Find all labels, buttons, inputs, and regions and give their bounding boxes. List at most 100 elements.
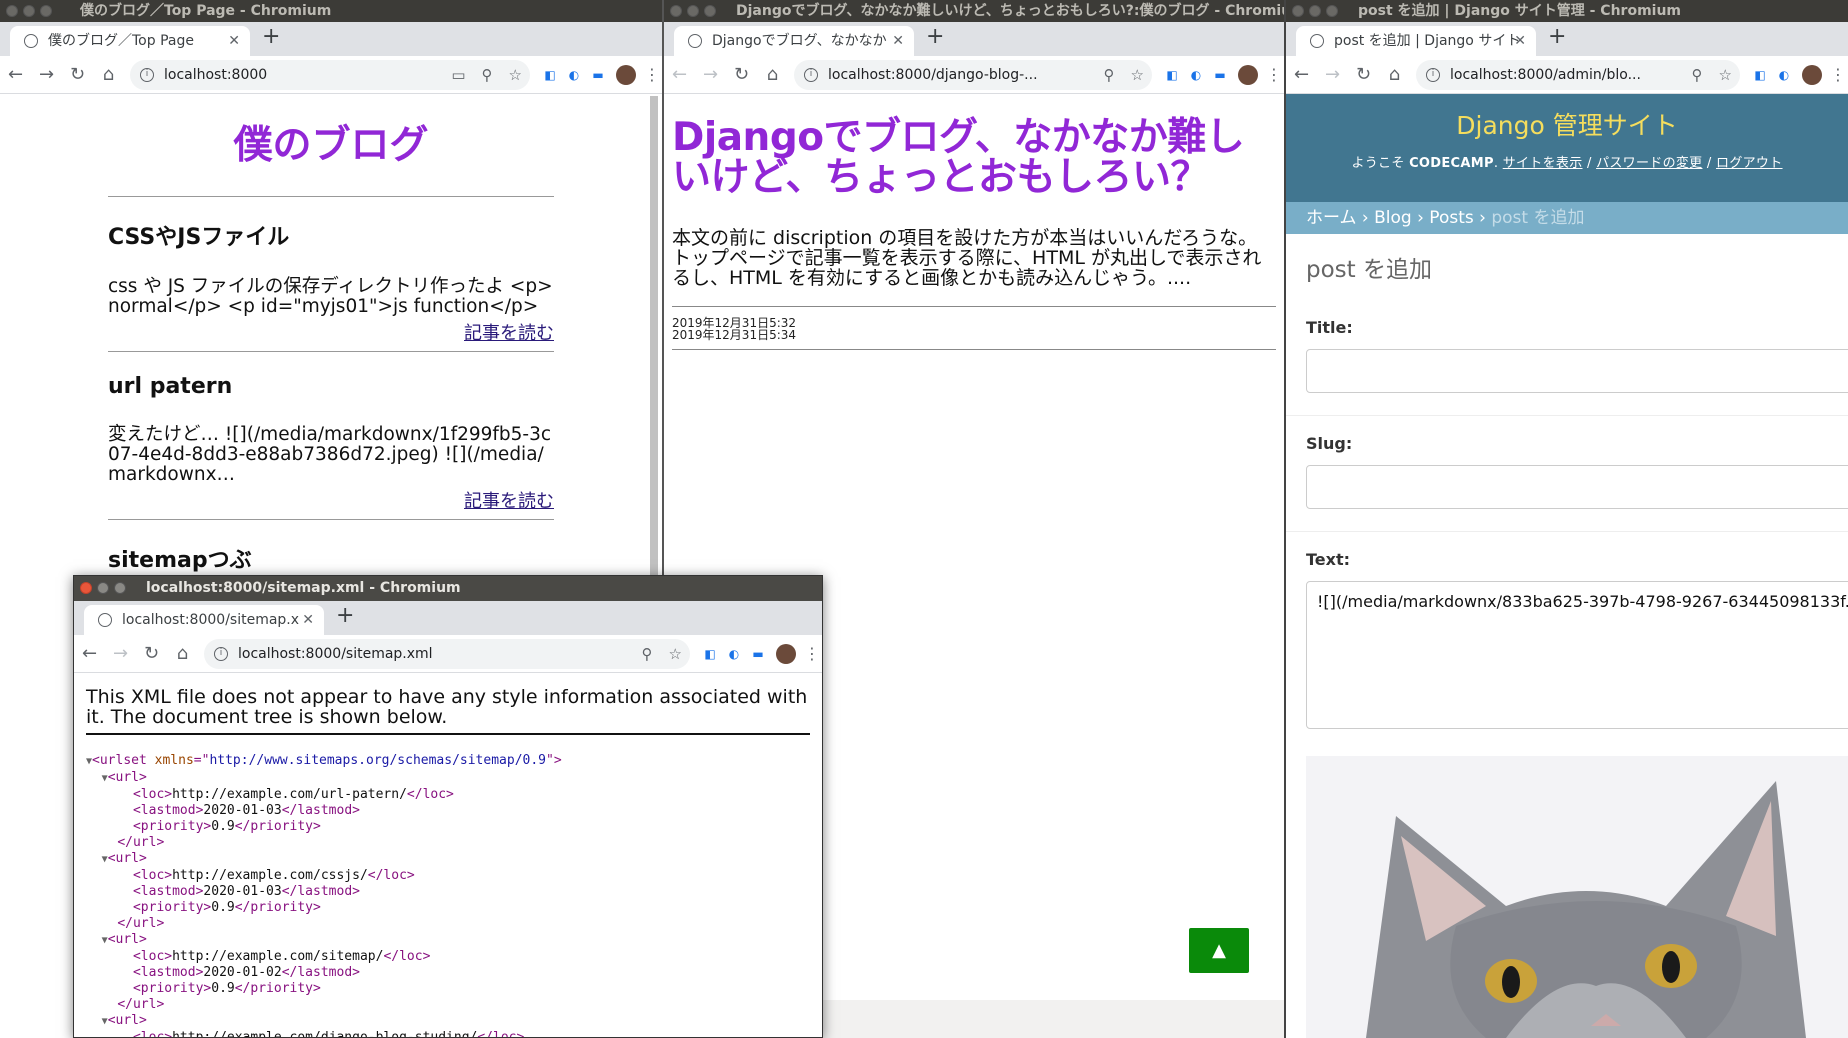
maximize-window-icon[interactable] — [40, 5, 52, 17]
reload-button[interactable]: ↻ — [726, 64, 757, 85]
logout-link[interactable]: ログアウト — [1716, 156, 1783, 171]
browser-tab[interactable]: 僕のブログ／Top Page ✕ — [10, 26, 250, 56]
translate-extension-icon[interactable]: ◧ — [1160, 68, 1184, 82]
close-tab-icon[interactable]: ✕ — [228, 26, 240, 56]
profile-avatar[interactable] — [776, 643, 796, 664]
cast-icon[interactable]: ▭ — [451, 66, 465, 84]
back-button[interactable]: ← — [1286, 64, 1317, 85]
forward-button[interactable]: → — [695, 64, 726, 85]
minimize-window-icon[interactable] — [1309, 5, 1321, 17]
window-titlebar[interactable]: post を追加 | Django サイト管理 - Chromium — [1286, 0, 1848, 22]
close-tab-icon[interactable]: ✕ — [1514, 26, 1526, 56]
address-bar[interactable]: i localhost:8000/django-blog-... ⚲ ☆ — [794, 59, 1152, 90]
breadcrumb-posts[interactable]: Posts — [1429, 208, 1473, 228]
info-icon[interactable]: i — [140, 67, 154, 82]
zoom-icon[interactable]: ⚲ — [1692, 66, 1703, 84]
sitemap-loc: http://example.com/sitemap/ — [172, 949, 384, 964]
breadcrumb-blog[interactable]: Blog — [1374, 208, 1412, 228]
home-button[interactable]: ⌂ — [167, 643, 198, 664]
text-textarea[interactable]: ![](/media/markdownx/833ba625-397b-4798-… — [1306, 581, 1848, 729]
info-icon[interactable]: i — [214, 646, 228, 661]
close-window-icon[interactable] — [670, 5, 682, 17]
maximize-window-icon[interactable] — [704, 5, 716, 17]
slug-input[interactable] — [1306, 465, 1848, 509]
new-tab-button[interactable]: + — [926, 24, 944, 49]
info-icon[interactable]: i — [804, 67, 818, 82]
maximize-window-icon[interactable] — [114, 582, 126, 594]
read-more-link[interactable]: 記事を読む — [108, 487, 554, 513]
new-tab-button[interactable]: + — [336, 603, 354, 628]
profile-avatar[interactable] — [1802, 64, 1822, 85]
browser-tab[interactable]: localhost:8000/sitemap.x ✕ — [84, 605, 324, 635]
extension-icon[interactable]: ◐ — [722, 647, 746, 661]
info-icon[interactable]: i — [1426, 67, 1440, 82]
browser-menu-icon[interactable]: ⋮ — [642, 65, 662, 84]
reload-button[interactable]: ↻ — [136, 643, 167, 664]
forward-button[interactable]: → — [1317, 64, 1348, 85]
extension-icon[interactable]: ◐ — [1184, 68, 1208, 82]
address-bar[interactable]: i localhost:8000/sitemap.xml ⚲ ☆ — [204, 638, 690, 669]
title-input[interactable] — [1306, 349, 1848, 393]
bookmark-star-icon[interactable]: ☆ — [1719, 66, 1732, 84]
zip-extension-icon[interactable]: ▬ — [1208, 68, 1232, 82]
reload-button[interactable]: ↻ — [62, 64, 93, 85]
browser-menu-icon[interactable]: ⋮ — [1828, 65, 1848, 84]
sitemap-loc: http://example.com/url-patern/ — [172, 787, 407, 802]
zoom-icon[interactable]: ⚲ — [642, 645, 653, 663]
zoom-icon[interactable]: ⚲ — [482, 66, 493, 84]
back-button[interactable]: ← — [74, 643, 105, 664]
close-window-icon[interactable] — [80, 582, 92, 594]
reload-button[interactable]: ↻ — [1348, 64, 1379, 85]
home-button[interactable]: ⌂ — [93, 64, 124, 85]
back-button[interactable]: ← — [0, 64, 31, 85]
close-window-icon[interactable] — [1292, 5, 1304, 17]
browser-tab[interactable]: post を追加 | Django サイト ✕ — [1296, 26, 1536, 56]
forward-button[interactable]: → — [105, 643, 136, 664]
url-text: localhost:8000/admin/blo... — [1450, 66, 1641, 83]
admin-site-title[interactable]: Django 管理サイト — [1286, 106, 1848, 142]
close-window-icon[interactable] — [6, 5, 18, 17]
bookmark-star-icon[interactable]: ☆ — [669, 645, 682, 663]
bookmark-star-icon[interactable]: ☆ — [1131, 66, 1144, 84]
minimize-window-icon[interactable] — [97, 582, 109, 594]
profile-avatar[interactable] — [616, 64, 636, 85]
home-button[interactable]: ⌂ — [1379, 64, 1410, 85]
profile-avatar[interactable] — [1238, 64, 1258, 85]
close-tab-icon[interactable]: ✕ — [302, 605, 314, 635]
bookmark-star-icon[interactable]: ☆ — [509, 66, 522, 84]
tab-strip: Djangoでブログ、なかなか ✕ + — [664, 22, 1284, 56]
window-titlebar[interactable]: 僕のブログ／Top Page - Chromium — [0, 0, 662, 22]
translate-extension-icon[interactable]: ◧ — [538, 68, 562, 82]
zip-extension-icon[interactable]: ▬ — [746, 647, 770, 661]
minimize-window-icon[interactable] — [687, 5, 699, 17]
browser-toolbar: ← → ↻ ⌂ i localhost:8000 ▭ ⚲ ☆ ◧ ◐ ▬ ⋮ — [0, 56, 662, 94]
browser-tab[interactable]: Djangoでブログ、なかなか ✕ — [674, 26, 914, 56]
close-tab-icon[interactable]: ✕ — [892, 26, 904, 56]
new-tab-button[interactable]: + — [262, 24, 280, 49]
extension-icon[interactable]: ◐ — [1772, 68, 1796, 82]
home-button[interactable]: ⌂ — [757, 64, 788, 85]
view-site-link[interactable]: サイトを表示 — [1503, 156, 1583, 171]
extension-icon[interactable]: ◐ — [562, 68, 586, 82]
back-button[interactable]: ← — [664, 64, 695, 85]
minimize-window-icon[interactable] — [23, 5, 35, 17]
translate-extension-icon[interactable]: ◧ — [698, 647, 722, 661]
breadcrumb-home[interactable]: ホーム — [1306, 208, 1357, 228]
zoom-icon[interactable]: ⚲ — [1104, 66, 1115, 84]
go-to-top-button[interactable]: ▲ — [1189, 928, 1249, 973]
address-bar[interactable]: i localhost:8000 ▭ ⚲ ☆ — [130, 59, 530, 90]
translate-extension-icon[interactable]: ◧ — [1748, 68, 1772, 82]
new-tab-button[interactable]: + — [1548, 24, 1566, 49]
blog-title[interactable]: 僕のブログ — [108, 114, 554, 197]
post-title: url patern — [108, 374, 233, 399]
browser-menu-icon[interactable]: ⋮ — [1264, 65, 1284, 84]
read-more-link[interactable]: 記事を読む — [108, 319, 554, 345]
maximize-window-icon[interactable] — [1326, 5, 1338, 17]
address-bar[interactable]: i localhost:8000/admin/blo... ⚲ ☆ — [1416, 59, 1740, 90]
browser-menu-icon[interactable]: ⋮ — [802, 644, 822, 663]
window-titlebar[interactable]: Djangoでブログ、なかなか難しいけど、ちょっとおもしろい?:僕のブログ - … — [664, 0, 1284, 22]
window-titlebar[interactable]: localhost:8000/sitemap.xml - Chromium — [74, 576, 822, 601]
change-password-link[interactable]: パスワードの変更 — [1596, 156, 1702, 171]
forward-button[interactable]: → — [31, 64, 62, 85]
zip-extension-icon[interactable]: ▬ — [586, 68, 610, 82]
